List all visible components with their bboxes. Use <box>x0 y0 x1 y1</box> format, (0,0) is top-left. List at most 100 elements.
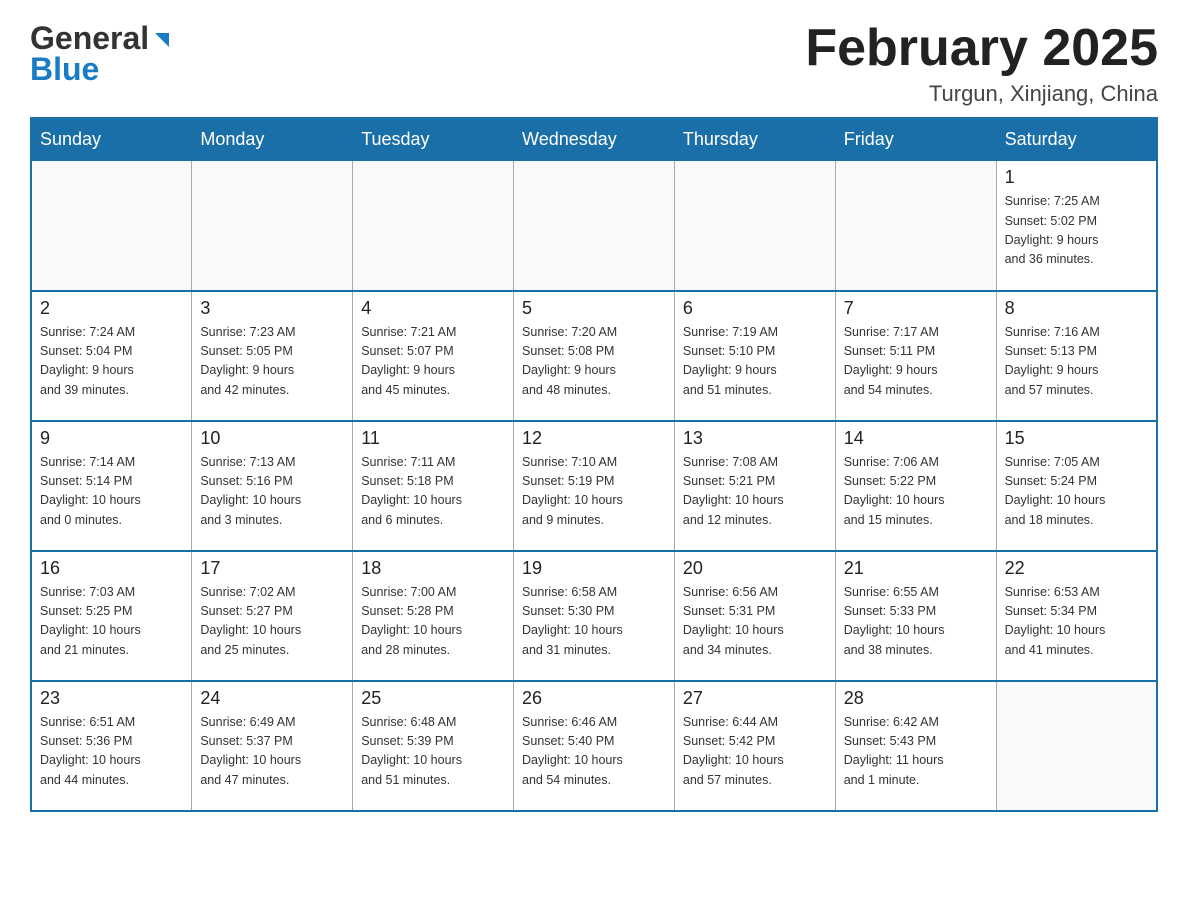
day-info: Sunrise: 7:14 AM Sunset: 5:14 PM Dayligh… <box>40 453 183 531</box>
calendar-cell: 22 Sunrise: 6:53 AM Sunset: 5:34 PM Dayli… <box>996 551 1157 681</box>
calendar-cell <box>835 161 996 291</box>
day-info: Sunrise: 7:23 AM Sunset: 5:05 PM Dayligh… <box>200 323 344 401</box>
calendar-cell: 19 Sunrise: 6:58 AM Sunset: 5:30 PM Dayli… <box>514 551 675 681</box>
calendar-cell: 9Sunrise: 7:14 AM Sunset: 5:14 PM Daylig… <box>31 421 192 551</box>
calendar-cell: 27Sunrise: 6:44 AM Sunset: 5:42 PM Dayli… <box>674 681 835 811</box>
day-info: Sunrise: 7:16 AM Sunset: 5:13 PM Dayligh… <box>1005 323 1148 401</box>
calendar-cell <box>353 161 514 291</box>
calendar-cell: 1 Sunrise: 7:25 AM Sunset: 5:02 PM Daylig… <box>996 161 1157 291</box>
logo: General Blue <box>30 20 173 88</box>
day-number: 18 <box>361 558 505 579</box>
week-row: 2 Sunrise: 7:24 AM Sunset: 5:04 PM Daylig… <box>31 291 1157 421</box>
weekday-header: Sunday <box>31 118 192 161</box>
calendar-cell: 4Sunrise: 7:21 AM Sunset: 5:07 PM Daylig… <box>353 291 514 421</box>
day-number: 2 <box>40 298 183 319</box>
day-number: 8 <box>1005 298 1148 319</box>
day-info: Sunrise: 7:06 AM Sunset: 5:22 PM Dayligh… <box>844 453 988 531</box>
calendar-cell: 20 Sunrise: 6:56 AM Sunset: 5:31 PM Dayli… <box>674 551 835 681</box>
week-row: 1 Sunrise: 7:25 AM Sunset: 5:02 PM Daylig… <box>31 161 1157 291</box>
calendar-cell: 26 Sunrise: 6:46 AM Sunset: 5:40 PM Dayli… <box>514 681 675 811</box>
day-number: 10 <box>200 428 344 449</box>
location: Turgun, Xinjiang, China <box>805 81 1158 107</box>
calendar-cell <box>674 161 835 291</box>
day-info: Sunrise: 6:53 AM Sunset: 5:34 PM Dayligh… <box>1005 583 1148 661</box>
calendar-cell: 2 Sunrise: 7:24 AM Sunset: 5:04 PM Daylig… <box>31 291 192 421</box>
day-number: 5 <box>522 298 666 319</box>
day-info: Sunrise: 7:08 AM Sunset: 5:21 PM Dayligh… <box>683 453 827 531</box>
day-number: 22 <box>1005 558 1148 579</box>
day-info: Sunrise: 7:24 AM Sunset: 5:04 PM Dayligh… <box>40 323 183 401</box>
day-number: 7 <box>844 298 988 319</box>
weekday-header: Thursday <box>674 118 835 161</box>
day-number: 19 <box>522 558 666 579</box>
day-info: Sunrise: 7:17 AM Sunset: 5:11 PM Dayligh… <box>844 323 988 401</box>
calendar-cell: 21 Sunrise: 6:55 AM Sunset: 5:33 PM Dayli… <box>835 551 996 681</box>
day-info: Sunrise: 6:48 AM Sunset: 5:39 PM Dayligh… <box>361 713 505 791</box>
day-info: Sunrise: 7:25 AM Sunset: 5:02 PM Dayligh… <box>1005 192 1148 270</box>
calendar-cell: 28 Sunrise: 6:42 AM Sunset: 5:43 PM Dayli… <box>835 681 996 811</box>
day-number: 28 <box>844 688 988 709</box>
logo-text-blue: Blue <box>30 51 99 88</box>
calendar-cell: 10 Sunrise: 7:13 AM Sunset: 5:16 PM Dayli… <box>192 421 353 551</box>
day-info: Sunrise: 7:03 AM Sunset: 5:25 PM Dayligh… <box>40 583 183 661</box>
day-number: 21 <box>844 558 988 579</box>
calendar-cell: 8 Sunrise: 7:16 AM Sunset: 5:13 PM Daylig… <box>996 291 1157 421</box>
day-number: 17 <box>200 558 344 579</box>
day-info: Sunrise: 6:55 AM Sunset: 5:33 PM Dayligh… <box>844 583 988 661</box>
day-info: Sunrise: 7:13 AM Sunset: 5:16 PM Dayligh… <box>200 453 344 531</box>
week-row: 9Sunrise: 7:14 AM Sunset: 5:14 PM Daylig… <box>31 421 1157 551</box>
calendar-cell: 14 Sunrise: 7:06 AM Sunset: 5:22 PM Dayli… <box>835 421 996 551</box>
day-number: 20 <box>683 558 827 579</box>
calendar-cell: 24Sunrise: 6:49 AM Sunset: 5:37 PM Dayli… <box>192 681 353 811</box>
day-info: Sunrise: 6:58 AM Sunset: 5:30 PM Dayligh… <box>522 583 666 661</box>
day-number: 1 <box>1005 167 1148 188</box>
calendar-table: SundayMondayTuesdayWednesdayThursdayFrid… <box>30 117 1158 812</box>
day-number: 14 <box>844 428 988 449</box>
week-row: 23Sunrise: 6:51 AM Sunset: 5:36 PM Dayli… <box>31 681 1157 811</box>
day-number: 26 <box>522 688 666 709</box>
day-info: Sunrise: 6:42 AM Sunset: 5:43 PM Dayligh… <box>844 713 988 791</box>
day-number: 27 <box>683 688 827 709</box>
calendar-cell: 7 Sunrise: 7:17 AM Sunset: 5:11 PM Daylig… <box>835 291 996 421</box>
calendar-cell: 11 Sunrise: 7:11 AM Sunset: 5:18 PM Dayli… <box>353 421 514 551</box>
calendar-cell: 3 Sunrise: 7:23 AM Sunset: 5:05 PM Daylig… <box>192 291 353 421</box>
day-info: Sunrise: 7:19 AM Sunset: 5:10 PM Dayligh… <box>683 323 827 401</box>
month-title: February 2025 <box>805 20 1158 77</box>
calendar-cell <box>31 161 192 291</box>
calendar-cell: 17 Sunrise: 7:02 AM Sunset: 5:27 PM Dayli… <box>192 551 353 681</box>
week-row: 16 Sunrise: 7:03 AM Sunset: 5:25 PM Dayli… <box>31 551 1157 681</box>
day-info: Sunrise: 7:02 AM Sunset: 5:27 PM Dayligh… <box>200 583 344 661</box>
weekday-header: Wednesday <box>514 118 675 161</box>
day-number: 12 <box>522 428 666 449</box>
day-number: 16 <box>40 558 183 579</box>
day-number: 24 <box>200 688 344 709</box>
calendar-cell: 6 Sunrise: 7:19 AM Sunset: 5:10 PM Daylig… <box>674 291 835 421</box>
calendar-cell: 18 Sunrise: 7:00 AM Sunset: 5:28 PM Dayli… <box>353 551 514 681</box>
weekday-header: Tuesday <box>353 118 514 161</box>
day-number: 3 <box>200 298 344 319</box>
day-number: 25 <box>361 688 505 709</box>
day-info: Sunrise: 6:46 AM Sunset: 5:40 PM Dayligh… <box>522 713 666 791</box>
day-info: Sunrise: 7:00 AM Sunset: 5:28 PM Dayligh… <box>361 583 505 661</box>
day-number: 13 <box>683 428 827 449</box>
calendar-cell <box>514 161 675 291</box>
day-info: Sunrise: 7:10 AM Sunset: 5:19 PM Dayligh… <box>522 453 666 531</box>
day-info: Sunrise: 7:11 AM Sunset: 5:18 PM Dayligh… <box>361 453 505 531</box>
calendar-cell: 16 Sunrise: 7:03 AM Sunset: 5:25 PM Dayli… <box>31 551 192 681</box>
day-info: Sunrise: 7:20 AM Sunset: 5:08 PM Dayligh… <box>522 323 666 401</box>
weekday-header: Friday <box>835 118 996 161</box>
page-header: General Blue February 2025 Turgun, Xinji… <box>30 20 1158 107</box>
title-block: February 2025 Turgun, Xinjiang, China <box>805 20 1158 107</box>
calendar-cell <box>996 681 1157 811</box>
calendar-cell: 13 Sunrise: 7:08 AM Sunset: 5:21 PM Dayli… <box>674 421 835 551</box>
calendar-cell <box>192 161 353 291</box>
day-info: Sunrise: 7:21 AM Sunset: 5:07 PM Dayligh… <box>361 323 505 401</box>
calendar-cell: 5 Sunrise: 7:20 AM Sunset: 5:08 PM Daylig… <box>514 291 675 421</box>
day-number: 11 <box>361 428 505 449</box>
day-number: 6 <box>683 298 827 319</box>
weekday-header: Monday <box>192 118 353 161</box>
day-number: 15 <box>1005 428 1148 449</box>
weekday-header-row: SundayMondayTuesdayWednesdayThursdayFrid… <box>31 118 1157 161</box>
day-info: Sunrise: 6:56 AM Sunset: 5:31 PM Dayligh… <box>683 583 827 661</box>
weekday-header: Saturday <box>996 118 1157 161</box>
